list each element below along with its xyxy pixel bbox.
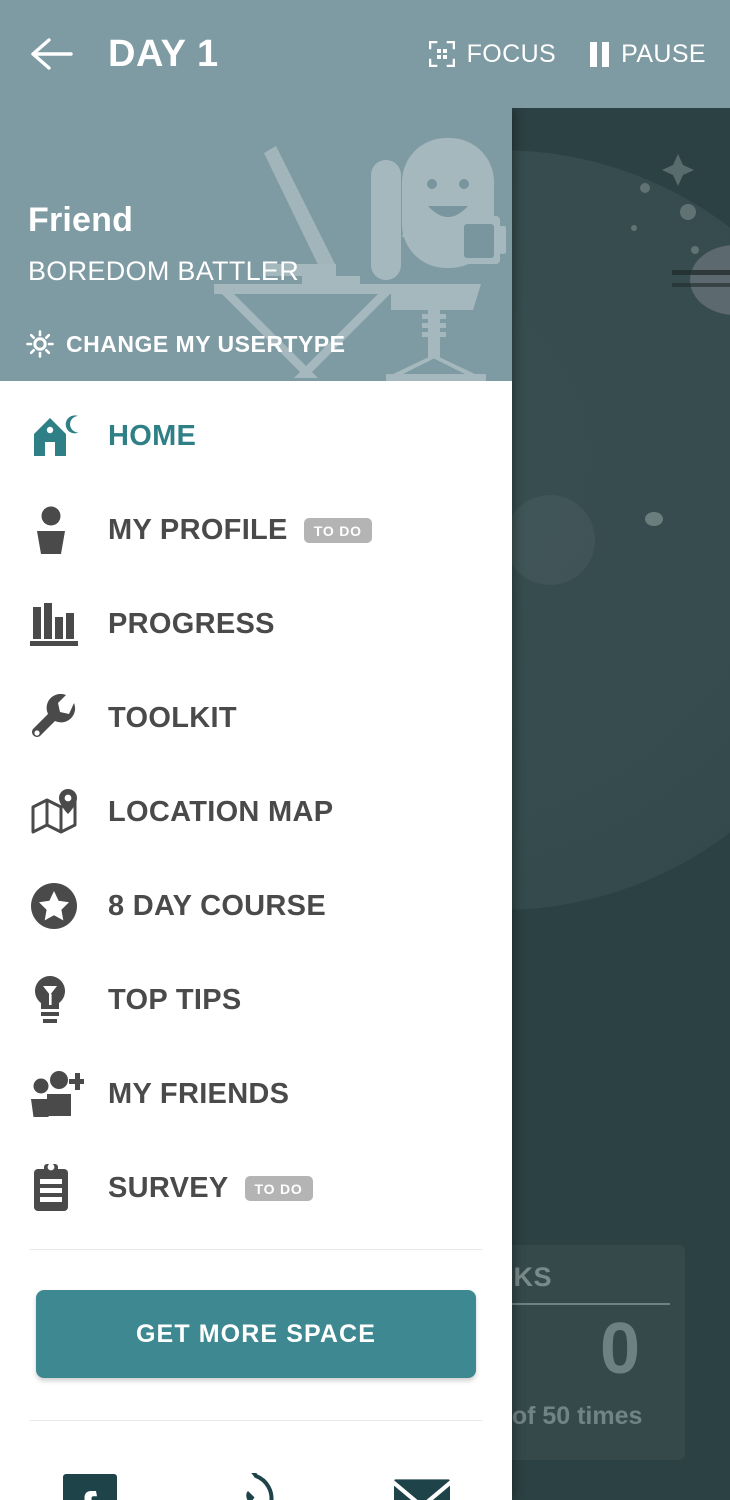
app-root: OCKS 0 out of 50 times DAY 1 FOCUS PAUSE…: [0, 0, 730, 1500]
progress-ring-marker: [645, 512, 663, 526]
back-button[interactable]: [24, 26, 80, 82]
focus-label: FOCUS: [466, 39, 557, 68]
whatsapp-share-button[interactable]: [228, 1473, 284, 1500]
facebook-share-button[interactable]: [62, 1473, 118, 1500]
profile-name: Friend: [28, 201, 134, 239]
whatsapp-icon: [246, 1473, 274, 1500]
bar-chart-icon: [30, 601, 88, 647]
menu-label: HOME: [108, 419, 197, 452]
menu-label: PROGRESS: [108, 607, 275, 640]
person-icon: [30, 505, 88, 555]
focus-button[interactable]: FOCUS: [428, 39, 557, 69]
pause-icon: [590, 41, 610, 67]
profile-role: BOREDOM BATTLER: [28, 256, 300, 286]
menu-item-my-profile[interactable]: MY PROFILE TO DO: [0, 483, 512, 577]
progress-ring-center: [505, 495, 595, 585]
arrow-left-icon: [31, 38, 73, 70]
add-friends-icon: [30, 1070, 88, 1118]
menu-label: LOCATION MAP: [108, 795, 334, 828]
menu-item-my-friends[interactable]: MY FRIENDS: [0, 1047, 512, 1141]
moon-band-bottom: [672, 283, 730, 287]
lightbulb-icon: [30, 975, 88, 1025]
menu-label: 8 DAY COURSE: [108, 889, 326, 922]
menu-label: MY PROFILE: [108, 513, 288, 546]
wrench-icon: [30, 694, 88, 742]
top-bar-actions: FOCUS PAUSE: [428, 39, 706, 69]
pause-label: PAUSE: [621, 39, 706, 68]
status-badge: TO DO: [303, 517, 372, 543]
home-moon-icon: [30, 412, 88, 460]
menu-item-progress[interactable]: PROGRESS: [0, 577, 512, 671]
social-links: [0, 1421, 512, 1500]
menu-label: TOOLKIT: [108, 701, 237, 734]
menu-label: MY FRIENDS: [108, 1077, 290, 1110]
focus-scan-icon: [428, 41, 455, 67]
menu-item-home[interactable]: HOME: [0, 389, 512, 483]
menu-label: SURVEY: [108, 1171, 229, 1204]
cta-container: GET MORE SPACE: [0, 1250, 512, 1378]
stats-card-number: 0: [600, 1309, 641, 1389]
navigation-drawer: Friend BOREDOM BATTLER CHANGE MY USERTYP…: [0, 108, 512, 1500]
sun-gear-icon: [26, 330, 54, 358]
change-usertype-label: CHANGE MY USERTYPE: [66, 330, 346, 357]
pause-button[interactable]: PAUSE: [590, 40, 706, 69]
get-more-space-button[interactable]: GET MORE SPACE: [36, 1290, 476, 1378]
menu-label: TOP TIPS: [108, 983, 242, 1016]
status-badge: TO DO: [244, 1175, 313, 1201]
drawer-profile-header: Friend BOREDOM BATTLER CHANGE MY USERTYP…: [0, 108, 512, 381]
top-app-bar: DAY 1 FOCUS PAUSE: [0, 0, 730, 108]
menu-item-survey[interactable]: SURVEY TO DO: [0, 1141, 512, 1235]
drawer-menu: HOME MY PROFILE TO DO PROGRESS TOOLKIT L…: [0, 381, 512, 1235]
map-pin-icon: [30, 789, 88, 835]
clipboard-icon: [30, 1163, 88, 1213]
envelope-icon: [394, 1479, 450, 1500]
facebook-icon: [63, 1474, 117, 1500]
change-usertype-button[interactable]: CHANGE MY USERTYPE: [26, 330, 346, 358]
menu-item-8-day-course[interactable]: 8 DAY COURSE: [0, 859, 512, 953]
page-title: DAY 1: [108, 32, 219, 75]
sparkles-icon: [631, 154, 699, 254]
menu-item-toolkit[interactable]: TOOLKIT: [0, 671, 512, 765]
star-circle-icon: [30, 882, 88, 930]
menu-item-location-map[interactable]: LOCATION MAP: [0, 765, 512, 859]
email-share-button[interactable]: [394, 1473, 450, 1500]
menu-item-top-tips[interactable]: TOP TIPS: [0, 953, 512, 1047]
